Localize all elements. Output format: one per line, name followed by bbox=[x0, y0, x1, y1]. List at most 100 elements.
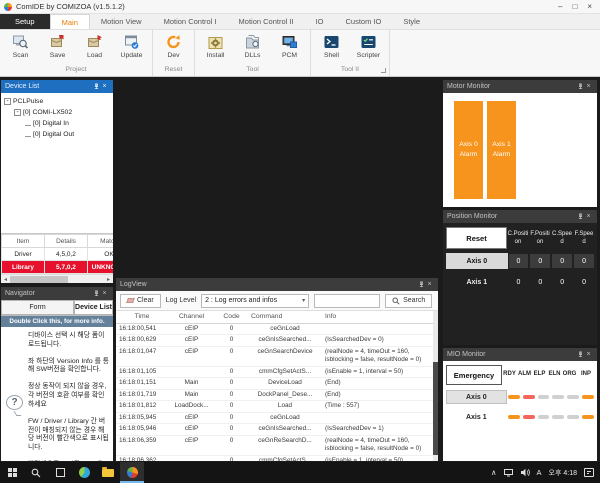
ribbon-tab[interactable]: Motion Control II bbox=[228, 14, 305, 29]
version-table-row[interactable]: Library 5,7,0,2 UNKNOWN bbox=[2, 261, 114, 274]
tree-item[interactable]: PCLPulse bbox=[1, 96, 113, 107]
ribbon-button[interactable]: Shell bbox=[313, 31, 350, 65]
emergency-button[interactable]: Emergency bbox=[446, 365, 502, 385]
navigator-tab[interactable]: Device List bbox=[74, 300, 113, 315]
ribbon-button[interactable]: Dev bbox=[155, 31, 192, 65]
mio-row[interactable]: Axis 0 bbox=[446, 390, 595, 404]
log-column-header[interactable]: Info bbox=[322, 311, 433, 323]
show-hidden-icons-button[interactable]: ∧ bbox=[491, 468, 497, 477]
notification-center-icon[interactable] bbox=[584, 468, 594, 477]
log-column-header[interactable]: Code bbox=[215, 311, 248, 323]
search-input[interactable] bbox=[314, 294, 380, 308]
tree-expander-icon[interactable] bbox=[14, 109, 21, 116]
pin-icon[interactable] bbox=[577, 213, 584, 221]
search-button[interactable]: Search bbox=[385, 294, 432, 308]
maximize-button[interactable]: □ bbox=[572, 2, 577, 12]
log-row[interactable]: 16:18:06,362 0 cmmCfgSetActS... (isEnabl… bbox=[116, 455, 433, 461]
pin-icon[interactable] bbox=[418, 281, 425, 289]
log-row[interactable]: 16:18:01,812 LoadDock... 0 Load (Time : … bbox=[116, 401, 433, 413]
close-icon[interactable]: × bbox=[425, 281, 434, 288]
log-row[interactable]: 16:18:06,359 cEIP 0 ceGnReSearchD... (re… bbox=[116, 435, 433, 455]
scroll-right-icon[interactable]: ▸ bbox=[104, 276, 113, 283]
tree-expander-icon[interactable] bbox=[25, 122, 31, 126]
edge-button[interactable] bbox=[72, 462, 96, 483]
axis-alarm-bar[interactable]: Axis 0 Alarm bbox=[454, 101, 483, 199]
log-row[interactable]: 16:18:01,719 Main 0 DockPanel_Dese... (E… bbox=[116, 389, 433, 401]
pin-icon[interactable] bbox=[93, 290, 100, 298]
reset-button[interactable]: Reset bbox=[446, 227, 507, 249]
log-column-header[interactable]: Command bbox=[248, 311, 322, 323]
ribbon-button[interactable]: Update bbox=[113, 31, 150, 65]
ribbon-tab[interactable]: Custom IO bbox=[335, 14, 393, 29]
rdy-indicator bbox=[508, 415, 520, 419]
axis-alarm-bar[interactable]: Axis 1 Alarm bbox=[487, 101, 516, 199]
tree-expander-icon[interactable] bbox=[4, 98, 11, 105]
ribbon-button[interactable]: Save bbox=[39, 31, 76, 65]
logview-titlebar[interactable]: LogView × bbox=[116, 278, 438, 291]
ribbon-button[interactable]: Scripter bbox=[350, 31, 387, 65]
ime-indicator[interactable]: A bbox=[537, 468, 542, 477]
log-row[interactable]: 16:18:01,151 Main 0 DeviceLoad (End) bbox=[116, 378, 433, 390]
comide-taskbar-button[interactable] bbox=[120, 462, 144, 483]
start-button[interactable] bbox=[0, 462, 24, 483]
position-row[interactable]: Axis 1 0 0 0 0 bbox=[446, 274, 595, 290]
navigator-tab[interactable]: Form bbox=[1, 300, 74, 315]
log-row[interactable]: 16:18:05,946 cEIP 0 ceGnIsSearched... (I… bbox=[116, 424, 433, 436]
mio-row[interactable]: Axis 1 bbox=[446, 410, 595, 424]
close-icon[interactable]: × bbox=[100, 290, 109, 297]
close-icon[interactable]: × bbox=[584, 83, 593, 90]
ribbon-tab[interactable]: Motion Control I bbox=[153, 14, 228, 29]
pin-icon[interactable] bbox=[93, 83, 100, 91]
ribbon-button[interactable]: Load bbox=[76, 31, 113, 65]
scrollbar-thumb[interactable] bbox=[433, 362, 438, 455]
ribbon-button[interactable]: PCM bbox=[271, 31, 308, 65]
device-list-titlebar[interactable]: Device List × bbox=[1, 80, 113, 93]
tree-item[interactable]: [0] Digital In bbox=[1, 118, 113, 129]
log-row[interactable]: 16:18:01,105 0 cmmCfgSetActS... (isEnabl… bbox=[116, 366, 433, 378]
log-level-dropdown[interactable]: 2 : Log errors and infos ▾ bbox=[201, 294, 309, 308]
tree-item[interactable]: [0] COMI-LX502 bbox=[1, 107, 113, 118]
version-table-row[interactable]: Driver 4,5,0,2 OK bbox=[2, 248, 114, 261]
ribbon-tab[interactable]: Style bbox=[392, 14, 431, 29]
ribbon-button[interactable]: Install bbox=[197, 31, 234, 65]
close-button[interactable]: × bbox=[587, 2, 592, 12]
navigator-banner[interactable]: Double Click this, for more info. bbox=[1, 316, 113, 327]
taskbar-search-button[interactable] bbox=[24, 462, 48, 483]
taskbar-clock[interactable]: 오후 4:18 bbox=[549, 468, 577, 478]
ribbon-tab[interactable]: IO bbox=[305, 14, 335, 29]
ribbon-button[interactable]: Scan bbox=[2, 31, 39, 65]
log-column-header[interactable]: Channel bbox=[168, 311, 215, 323]
close-icon[interactable]: × bbox=[584, 213, 593, 220]
pin-icon[interactable] bbox=[577, 351, 584, 359]
log-row[interactable]: 16:18:01,047 cEIP 0 ceGnSearchDevice (re… bbox=[116, 346, 433, 366]
motor-monitor-titlebar[interactable]: Motor Monitor × bbox=[443, 80, 597, 93]
scroll-left-icon[interactable]: ◂ bbox=[1, 276, 10, 283]
close-icon[interactable]: × bbox=[100, 83, 109, 90]
dialog-launcher-icon[interactable] bbox=[381, 68, 386, 73]
tree-expander-icon[interactable] bbox=[25, 133, 31, 137]
log-row[interactable]: 16:18:00,629 cEIP 0 ceGnIsSearched... (I… bbox=[116, 335, 433, 347]
volume-icon[interactable] bbox=[520, 468, 530, 477]
ribbon-tab[interactable]: Motion View bbox=[90, 14, 153, 29]
ribbon-tab[interactable]: Setup bbox=[0, 14, 50, 29]
log-row[interactable]: 16:18:00,541 cEIP 0 ceGnLoad bbox=[116, 323, 433, 335]
network-icon[interactable] bbox=[504, 469, 513, 477]
minimize-button[interactable]: – bbox=[558, 2, 562, 12]
file-explorer-button[interactable] bbox=[96, 462, 120, 483]
navigator-titlebar[interactable]: Navigator × bbox=[1, 287, 113, 300]
close-icon[interactable]: × bbox=[584, 351, 593, 358]
pin-icon[interactable] bbox=[577, 83, 584, 91]
position-monitor-titlebar[interactable]: Position Monitor × bbox=[443, 210, 597, 223]
tree-item[interactable]: [0] Digital Out bbox=[1, 129, 113, 140]
position-row[interactable]: Axis 0 0 0 0 0 bbox=[446, 253, 595, 269]
clear-button[interactable]: Clear bbox=[120, 294, 161, 308]
scrollbar-thumb[interactable] bbox=[10, 276, 68, 283]
mio-monitor-titlebar[interactable]: MIO Monitor × bbox=[443, 348, 597, 361]
task-view-button[interactable] bbox=[48, 462, 72, 483]
ribbon-button[interactable]: DLLs bbox=[234, 31, 271, 65]
log-column-header[interactable]: Time bbox=[116, 311, 168, 323]
log-row[interactable]: 16:18:05,945 cEIP 0 ceGnLoad bbox=[116, 412, 433, 424]
horizontal-scrollbar[interactable]: ◂ ▸ bbox=[1, 274, 113, 283]
ribbon-tab[interactable]: Main bbox=[50, 14, 90, 29]
vertical-scrollbar[interactable] bbox=[433, 311, 438, 461]
